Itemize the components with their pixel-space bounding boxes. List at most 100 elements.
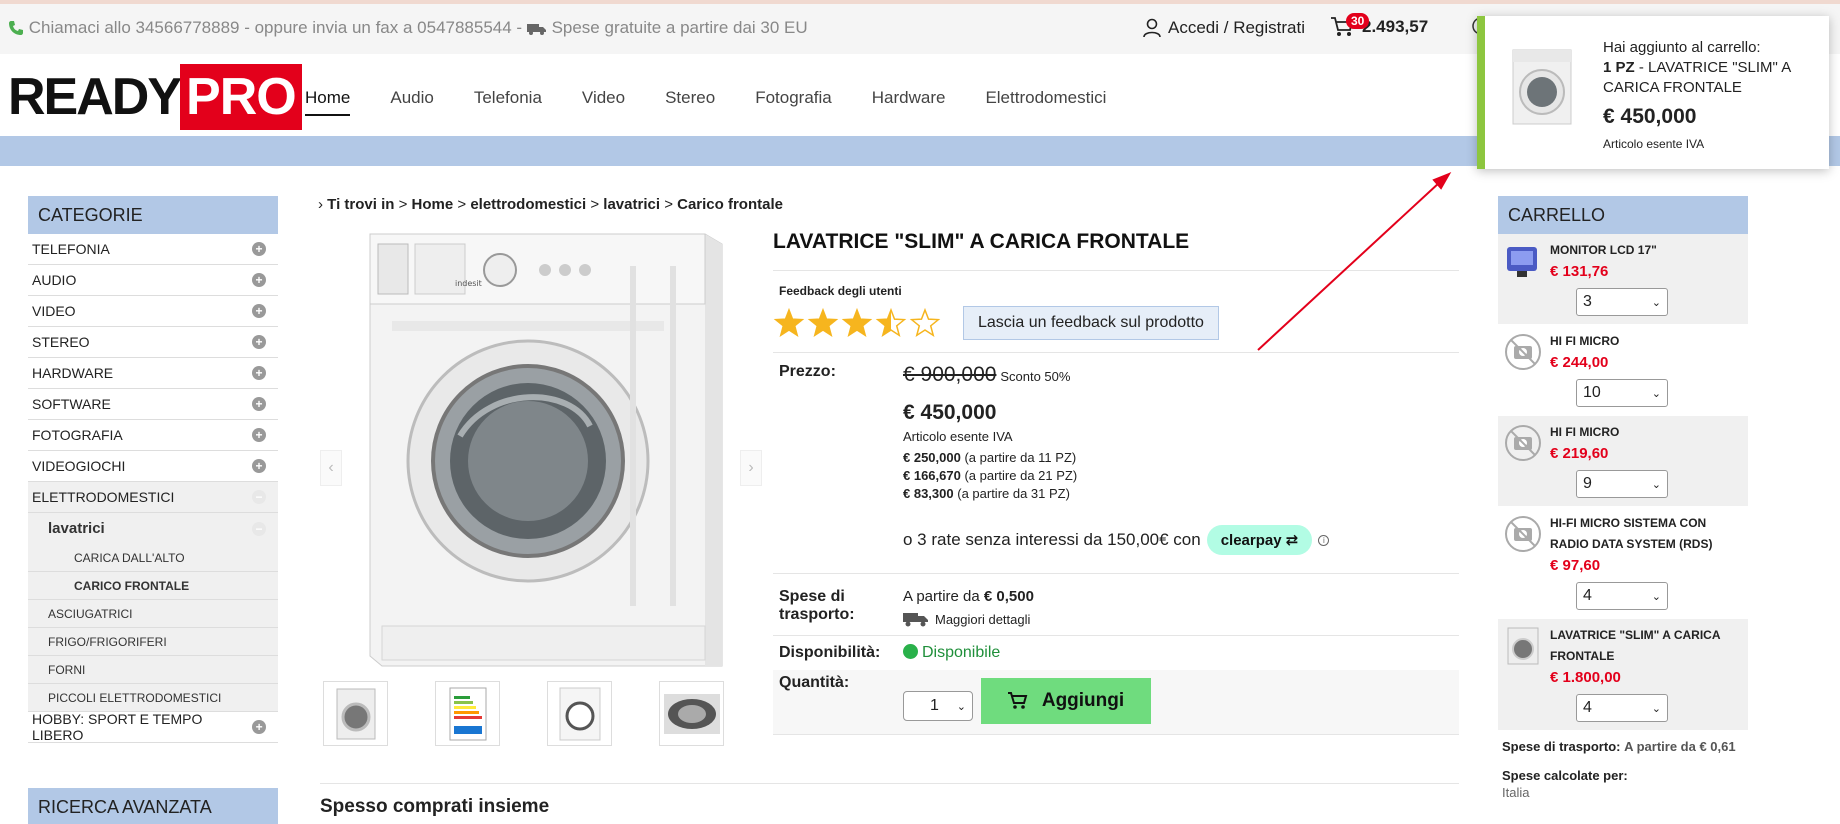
breadcrumb-chevron-icon: ›	[318, 196, 323, 213]
shipping-prefix: A partire da	[903, 588, 980, 605]
breadcrumb-item[interactable]: lavatrici	[603, 196, 660, 213]
site-logo[interactable]: READY PRO	[8, 64, 302, 130]
product-title: LAVATRICE "SLIM" A CARICA FRONTALE	[773, 230, 1190, 253]
chevron-down-icon: ⌄	[1651, 590, 1661, 603]
subcategory-list: lavatrici − CARICA DALL'ALTO CARICO FRONT…	[28, 513, 278, 712]
category-label: STEREO	[32, 334, 90, 350]
cart-item-name[interactable]: LAVATRICE "SLIM" A CARICA FRONTALE	[1550, 625, 1744, 667]
category-stereo[interactable]: STEREO +	[28, 327, 278, 358]
rating-stars: Lascia un feedback sul prodotto	[773, 306, 1459, 340]
category-label: ELETTRODOMESTICI	[32, 489, 175, 505]
nav-fotografia[interactable]: Fotografia	[755, 88, 832, 116]
advanced-search-title[interactable]: RICERCA AVANZATA	[28, 788, 278, 824]
expand-icon[interactable]: +	[252, 335, 266, 349]
category-software[interactable]: SOFTWARE +	[28, 389, 278, 420]
cart-item-qty-select[interactable]: 4 ⌄	[1576, 582, 1668, 610]
nav-stereo[interactable]: Stereo	[665, 88, 715, 116]
cart-item-qty-select[interactable]: 9 ⌄	[1576, 470, 1668, 498]
cart-item-image[interactable]	[1502, 625, 1544, 667]
category-video[interactable]: VIDEO +	[28, 296, 278, 327]
subcategory-asciugatrici[interactable]: ASCIUGATRICI	[28, 600, 278, 628]
subcategory-piccoli[interactable]: PICCOLI ELETTRODOMESTICI	[28, 684, 278, 712]
availability-label: Disponibilità:	[779, 644, 881, 661]
cart-item-name[interactable]: HI-FI MICRO SISTEMA CON RADIO DATA SYSTE…	[1550, 513, 1744, 555]
quantity-label: Quantità:	[779, 674, 850, 691]
category-elettrodomestici[interactable]: ELETTRODOMESTICI −	[28, 482, 278, 513]
breadcrumb-item[interactable]: elettrodomestici	[470, 196, 586, 213]
shipping-details-link[interactable]: Maggiori dettagli	[903, 611, 1034, 627]
subcategory-frigo[interactable]: FRIGO/FRIGORIFERI	[28, 628, 278, 656]
expand-icon[interactable]: +	[252, 459, 266, 473]
cart-item-name[interactable]: HI FI MICRO	[1550, 422, 1744, 443]
nav-elettrodomestici[interactable]: Elettrodomestici	[985, 88, 1106, 116]
expand-icon[interactable]: +	[252, 242, 266, 256]
info-icon[interactable]: i	[1318, 534, 1330, 546]
category-label: VIDEOGIOCHI	[32, 458, 126, 474]
prev-image-button[interactable]: ‹	[320, 450, 342, 486]
clearpay-badge[interactable]: clearpay ⇄	[1206, 525, 1313, 555]
cart-item: HI FI MICRO € 244,00 10 ⌄	[1498, 325, 1748, 416]
subcategory-carica-alto[interactable]: CARICA DALL'ALTO	[28, 544, 278, 572]
product-image[interactable]: indesit	[330, 226, 730, 676]
expand-icon[interactable]: +	[252, 428, 266, 442]
quantity-select[interactable]: 1 ⌄	[903, 691, 973, 721]
star-icon	[909, 307, 941, 338]
thumbnail-4[interactable]	[659, 681, 724, 746]
no-photo-icon[interactable]	[1502, 331, 1544, 373]
expand-icon[interactable]: +	[252, 304, 266, 318]
collapse-icon[interactable]: −	[252, 521, 266, 536]
cart-item-name[interactable]: HI FI MICRO	[1550, 331, 1744, 352]
cart-item: HI-FI MICRO SISTEMA CON RADIO DATA SYSTE…	[1498, 507, 1748, 619]
old-price: € 900,000	[903, 363, 997, 386]
added-to-cart-toast[interactable]: Hai aggiunto al carrello: 1 PZ - LAVATRI…	[1477, 16, 1829, 169]
expand-icon[interactable]: +	[252, 273, 266, 287]
free-shipping-text: Spese gratuite a partire dai 30 EU	[551, 18, 808, 37]
price-tier: € 250,000 (a partire da 11 PZ)	[903, 450, 1077, 465]
expand-icon[interactable]: +	[252, 366, 266, 380]
login-link[interactable]: Accedi / Registrati	[1142, 18, 1305, 38]
category-audio[interactable]: AUDIO +	[28, 265, 278, 296]
category-label: VIDEO	[32, 303, 76, 319]
contact-info: Chiamaci allo 34566778889 - oppure invia…	[8, 18, 808, 38]
nav-hardware[interactable]: Hardware	[872, 88, 946, 116]
add-to-cart-button[interactable]: Aggiungi	[981, 678, 1151, 724]
cart-item-qty-select[interactable]: 10 ⌄	[1576, 379, 1668, 407]
nav-telefonia[interactable]: Telefonia	[474, 88, 542, 116]
star-icon	[773, 307, 805, 338]
thumbnail-1[interactable]	[323, 681, 388, 746]
subcategory-lavatrici[interactable]: lavatrici −	[48, 513, 278, 544]
no-photo-icon[interactable]	[1502, 422, 1544, 464]
breadcrumb-item[interactable]: Carico frontale	[677, 196, 783, 213]
login-label[interactable]: Accedi / Registrati	[1168, 18, 1305, 38]
expand-icon[interactable]: +	[252, 720, 266, 734]
category-telefonia[interactable]: TELEFONIA +	[28, 234, 278, 265]
cart-item-image[interactable]	[1502, 240, 1544, 282]
toast-price: € 450,000	[1603, 105, 1697, 128]
category-videogiochi[interactable]: VIDEOGIOCHI +	[28, 451, 278, 482]
category-hardware[interactable]: HARDWARE +	[28, 358, 278, 389]
nav-audio[interactable]: Audio	[390, 88, 433, 116]
expand-icon[interactable]: +	[252, 397, 266, 411]
leave-feedback-button[interactable]: Lascia un feedback sul prodotto	[963, 306, 1219, 340]
subcategory-forni[interactable]: FORNI	[28, 656, 278, 684]
cart-item-name[interactable]: MONITOR LCD 17"	[1550, 240, 1744, 261]
collapse-icon[interactable]: −	[252, 490, 266, 504]
category-fotografia[interactable]: FOTOGRAFIA +	[28, 420, 278, 451]
category-label: AUDIO	[32, 272, 77, 288]
thumbnail-2[interactable]	[435, 681, 500, 746]
category-hobby[interactable]: HOBBY: SPORT E TEMPO LIBERO +	[28, 711, 278, 743]
no-photo-icon[interactable]	[1502, 513, 1544, 555]
breadcrumb-item[interactable]: Home	[412, 196, 454, 213]
header-cart[interactable]: 30 2.493,57	[1330, 13, 1428, 38]
cart-item-qty-select[interactable]: 3 ⌄	[1576, 288, 1668, 316]
thumbnail-3[interactable]	[547, 681, 612, 746]
category-label: TELEFONIA	[32, 241, 110, 257]
nav-home[interactable]: Home	[305, 88, 351, 116]
subcategory-carico-frontale[interactable]: CARICO FRONTALE	[28, 572, 278, 600]
user-icon	[1143, 18, 1161, 38]
available-dot-icon	[903, 644, 918, 659]
cart-count-badge: 30	[1346, 13, 1370, 29]
next-image-button[interactable]: ›	[740, 450, 762, 486]
nav-video[interactable]: Video	[582, 88, 625, 116]
cart-item-qty-select[interactable]: 4 ⌄	[1576, 694, 1668, 722]
